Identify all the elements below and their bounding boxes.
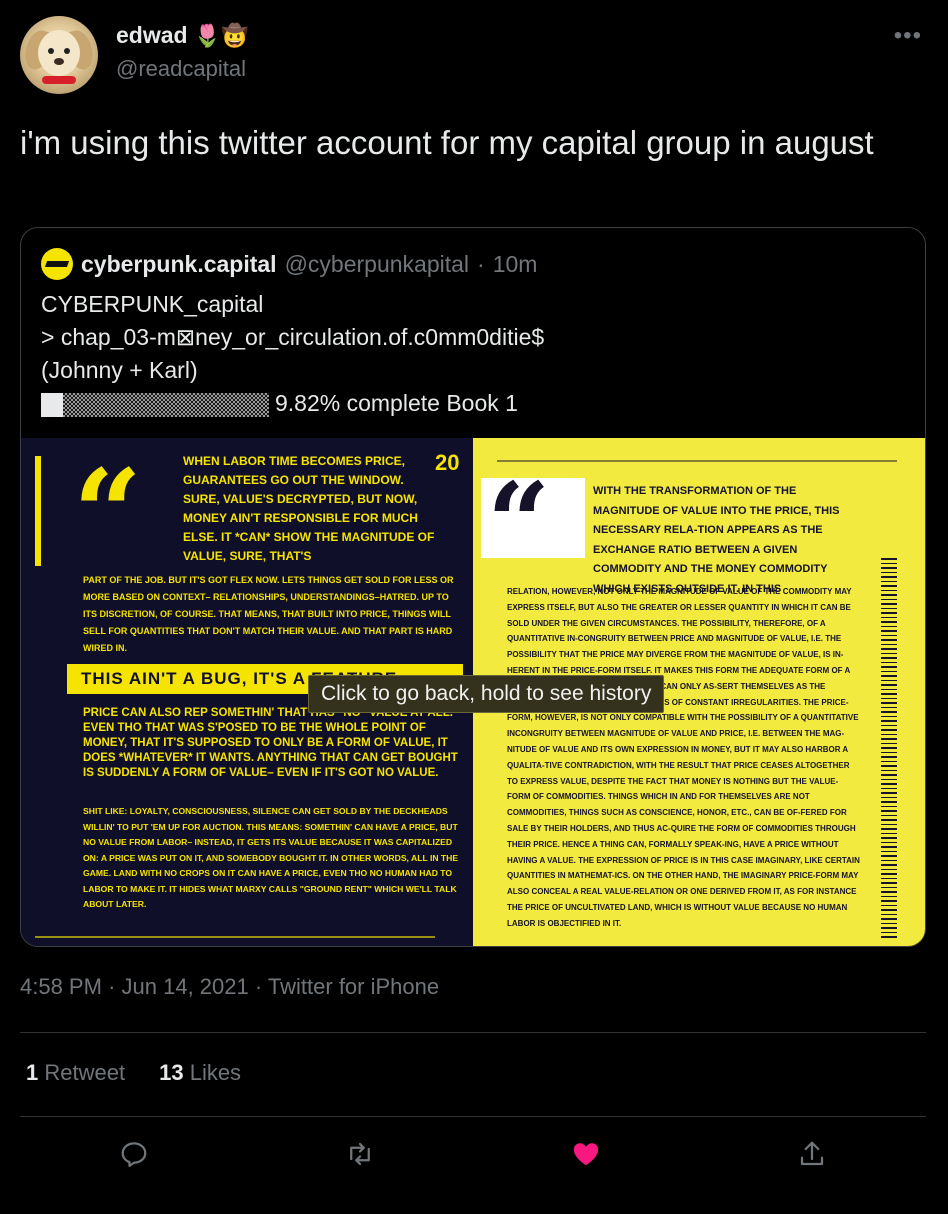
retweets-stat[interactable]: 1 Retweet bbox=[26, 1060, 125, 1086]
tweet-stats: 1 Retweet 13 Likes bbox=[26, 1060, 241, 1086]
quoted-tweet[interactable]: cyberpunk.capital @cyberpunkapital · 10m… bbox=[20, 227, 926, 947]
page-lead-text: When labor time becomes price, guarantee… bbox=[183, 454, 435, 563]
likes-count: 13 bbox=[159, 1060, 184, 1085]
tweet-text: i'm using this twitter account for my ca… bbox=[20, 124, 874, 161]
page-lead-text: With the transformation of the magnitude… bbox=[593, 485, 840, 595]
tweet-time[interactable]: 4:58 PM bbox=[20, 974, 102, 999]
likes-stat[interactable]: 13 Likes bbox=[159, 1060, 241, 1086]
author-avatar[interactable] bbox=[20, 16, 98, 94]
retweets-count: 1 bbox=[26, 1060, 39, 1085]
barcode-decoration bbox=[881, 558, 897, 938]
page-paragraph: part of the job. But it's got flex now. … bbox=[83, 575, 454, 653]
like-button[interactable] bbox=[566, 1134, 606, 1174]
heart-icon bbox=[573, 1143, 599, 1166]
avatar-eye bbox=[48, 48, 54, 54]
page-paragraph: relation, however, not only the magnitud… bbox=[507, 587, 860, 928]
quote-mark-icon: “ bbox=[481, 468, 585, 578]
progress-text: 9.82% complete Book 1 bbox=[275, 390, 518, 416]
reply-icon bbox=[121, 1142, 147, 1167]
page-decoration bbox=[35, 456, 41, 566]
author-name[interactable]: edwad bbox=[116, 22, 188, 49]
quoted-author-handle[interactable]: @cyberpunkapital bbox=[285, 251, 469, 278]
retweets-label: Retweet bbox=[44, 1060, 126, 1085]
tweet-header: edwad 🌷🤠 @readcapital ••• bbox=[20, 16, 930, 94]
quoted-tweet-header: cyberpunk.capital @cyberpunkapital · 10m bbox=[41, 248, 537, 280]
quoted-line: CYBERPUNK_capital bbox=[41, 291, 264, 317]
quoted-separator: · bbox=[477, 250, 485, 277]
progress-bar bbox=[41, 392, 269, 417]
quoted-author-name[interactable]: cyberpunk.capital bbox=[81, 251, 277, 278]
meta-separator: · bbox=[254, 974, 263, 999]
page-paragraph: Shit like: loyalty, consciousness, silen… bbox=[83, 806, 459, 909]
retweet-button[interactable] bbox=[340, 1134, 380, 1174]
share-button[interactable] bbox=[792, 1134, 832, 1174]
avatar-nose bbox=[54, 58, 64, 65]
avatar-collar bbox=[42, 76, 76, 84]
avatar-eye bbox=[64, 48, 70, 54]
quoted-line: (Johnny + Karl) bbox=[41, 357, 198, 383]
author-handle[interactable]: @readcapital bbox=[116, 56, 246, 82]
author-name-row[interactable]: edwad 🌷🤠 bbox=[116, 22, 248, 49]
avatar-face bbox=[38, 30, 80, 76]
page-divider bbox=[35, 936, 435, 938]
tweet-source[interactable]: Twitter for iPhone bbox=[268, 974, 439, 999]
likes-label: Likes bbox=[189, 1060, 242, 1085]
progress-bar-remaining bbox=[63, 392, 269, 417]
page-divider bbox=[497, 460, 897, 462]
page-number-badge: 20 bbox=[433, 438, 473, 498]
divider bbox=[20, 1116, 926, 1117]
back-button-tooltip: Click to go back, hold to see history bbox=[308, 675, 665, 713]
quoted-line: > chap_03-m⊠ney_or_circulation.of.c0mm0d… bbox=[41, 324, 545, 350]
quoted-body: CYBERPUNK_capital > chap_03-m⊠ney_or_circ… bbox=[41, 288, 544, 420]
tweet-date[interactable]: Jun 14, 2021 bbox=[122, 974, 249, 999]
share-icon bbox=[800, 1141, 824, 1166]
tweet-meta: 4:58 PM · Jun 14, 2021 · Twitter for iPh… bbox=[20, 974, 439, 1000]
quoted-progress-line: 9.82% complete Book 1 bbox=[41, 387, 544, 420]
divider bbox=[20, 1032, 926, 1033]
reply-button[interactable] bbox=[114, 1134, 154, 1174]
page-number: 20 bbox=[435, 450, 460, 475]
quote-mark-icon: “ bbox=[73, 443, 143, 584]
author-emojis: 🌷🤠 bbox=[193, 22, 249, 48]
retweet-icon bbox=[350, 1142, 370, 1166]
progress-bar-fill bbox=[41, 392, 63, 417]
quoted-time[interactable]: 10m bbox=[493, 251, 538, 278]
tweet-actions bbox=[0, 1134, 948, 1178]
page-paragraph: Price can also rep somethin' that has "n… bbox=[83, 707, 458, 779]
quoted-avatar[interactable] bbox=[41, 248, 73, 280]
more-options-icon[interactable]: ••• bbox=[894, 22, 922, 50]
meta-separator: · bbox=[108, 974, 116, 999]
